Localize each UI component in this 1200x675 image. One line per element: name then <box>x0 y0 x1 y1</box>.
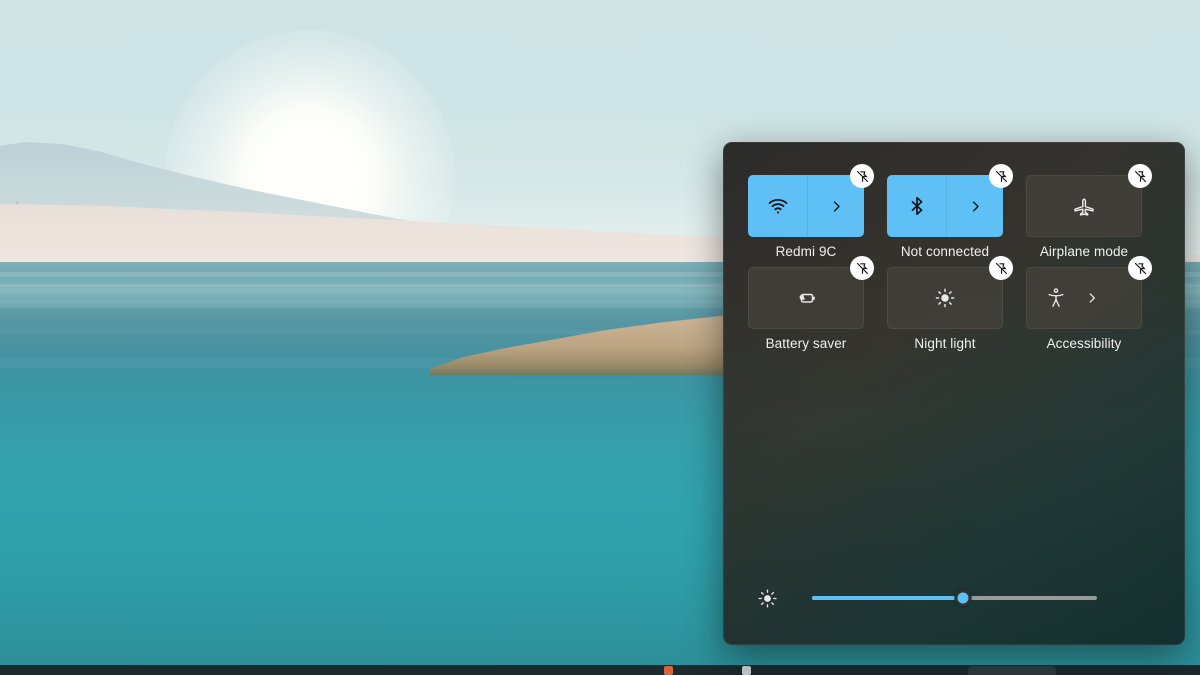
battery-saver-toggle-button[interactable] <box>748 267 864 329</box>
quick-tile-label: Redmi 9C <box>775 244 837 259</box>
accessibility-toggle-button[interactable] <box>1026 267 1142 329</box>
brightness-slider-thumb[interactable] <box>954 589 972 607</box>
taskbar-app-icon[interactable] <box>664 666 673 675</box>
quick-tile-label: Accessibility <box>1046 336 1122 351</box>
quick-settings-panel[interactable]: Redmi 9C Not connected Airplane mode Bat… <box>723 142 1185 645</box>
airplane-icon <box>1027 194 1141 218</box>
brightness-icon <box>723 588 812 609</box>
airplane-mode-toggle-button[interactable] <box>1026 175 1142 237</box>
unpin-icon[interactable] <box>850 164 874 188</box>
quick-tile-bluetooth: Not connected <box>887 164 1013 259</box>
quick-tile-label: Night light <box>914 336 976 351</box>
bluetooth-icon <box>888 195 946 217</box>
brightness-icon <box>888 287 1002 309</box>
accessibility-chevron-right-icon[interactable] <box>1085 268 1109 328</box>
accessibility-icon <box>1027 287 1085 309</box>
unpin-icon[interactable] <box>1128 256 1152 280</box>
quick-tile-label: Airplane mode <box>1039 244 1129 259</box>
brightness-slider-fill <box>812 596 964 600</box>
taskbar-app-icon[interactable] <box>742 666 751 675</box>
wifi-icon <box>749 195 807 217</box>
taskbar-system-tray[interactable] <box>968 666 1056 675</box>
quick-tile-label: Not connected <box>900 244 990 259</box>
unpin-icon[interactable] <box>850 256 874 280</box>
brightness-slider-row <box>723 578 1185 618</box>
battery-leaf-icon <box>749 285 863 311</box>
unpin-icon[interactable] <box>1128 164 1152 188</box>
night-light-toggle-button[interactable] <box>887 267 1003 329</box>
desktop-screen: Redmi 9C Not connected Airplane mode Bat… <box>0 0 1200 675</box>
quick-tile-battery-saver: Battery saver <box>748 256 874 351</box>
quick-tile-label: Battery saver <box>765 336 847 351</box>
quick-tile-airplane-mode: Airplane mode <box>1026 164 1152 259</box>
wifi-toggle-button[interactable] <box>748 175 864 237</box>
quick-tile-wifi: Redmi 9C <box>748 164 874 259</box>
unpin-icon[interactable] <box>989 256 1013 280</box>
quick-tile-night-light: Night light <box>887 256 1013 351</box>
bluetooth-toggle-button[interactable] <box>887 175 1003 237</box>
taskbar[interactable] <box>0 665 1200 675</box>
unpin-icon[interactable] <box>989 164 1013 188</box>
brightness-slider[interactable] <box>812 588 1097 608</box>
quick-tile-accessibility: Accessibility <box>1026 256 1152 351</box>
quick-settings-tile-grid: Redmi 9C Not connected Airplane mode Bat… <box>748 164 1160 351</box>
